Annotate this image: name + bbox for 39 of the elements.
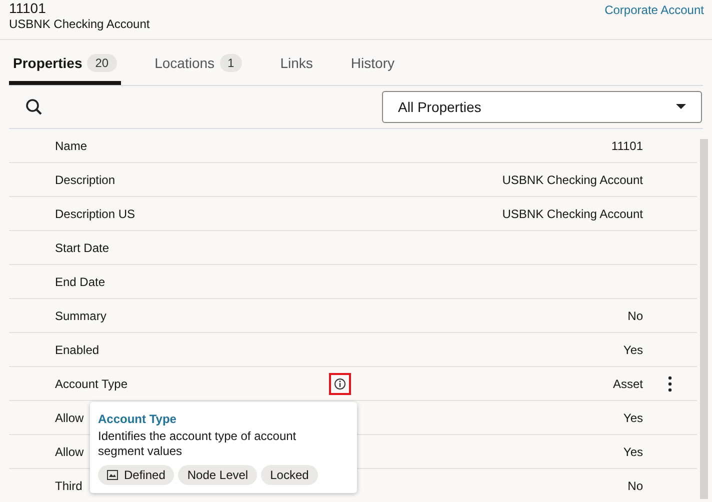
record-name: USBNK Checking Account <box>9 17 150 32</box>
property-value: No <box>628 478 643 492</box>
tab[interactable]: Locations 1 <box>150 40 246 85</box>
property-value: No <box>628 308 643 322</box>
property-label: Summary <box>55 308 106 322</box>
property-label: Allow <box>55 410 84 424</box>
search-icon[interactable] <box>25 98 43 116</box>
property-label: Account Type <box>55 376 128 390</box>
property-label: Start Date <box>55 240 110 254</box>
property-value: Yes <box>623 410 643 424</box>
property-label: Description <box>55 172 116 186</box>
popover-description: Identifies the account type of account segment values <box>98 429 298 459</box>
record-code: 11101 <box>9 0 47 17</box>
tag: Locked <box>261 465 318 485</box>
property-label: End Date <box>55 274 106 288</box>
tab[interactable]: Properties 20 <box>9 40 121 85</box>
property-value: USBNK Checking Account <box>502 206 643 220</box>
property-value: 11101 <box>611 138 643 152</box>
corporate-account-link[interactable]: Corporate Account <box>604 3 704 39</box>
property-label: Name <box>55 138 88 152</box>
tab[interactable]: Links <box>276 40 317 85</box>
tag: Defined <box>98 465 174 485</box>
property-value: Asset <box>612 376 643 390</box>
caret-icon[interactable] <box>676 104 686 110</box>
tab[interactable]: History <box>346 40 398 85</box>
property-value: USBNK Checking Account <box>502 172 643 186</box>
scrollbar[interactable] <box>700 139 708 499</box>
property-label: Third <box>55 478 82 492</box>
property-label: Enabled <box>55 342 100 356</box>
property-label: Allow <box>55 444 84 458</box>
tag: Node Level <box>178 465 258 485</box>
popover-title: Account Type <box>98 412 178 426</box>
more-icon[interactable] <box>668 376 672 392</box>
image-icon <box>107 470 118 480</box>
filter-dropdown[interactable]: All Properties <box>382 91 702 123</box>
property-value: Yes <box>623 342 643 356</box>
property-value: Yes <box>623 444 643 458</box>
info-icon[interactable] <box>329 372 351 394</box>
property-label: Description US <box>55 206 136 220</box>
